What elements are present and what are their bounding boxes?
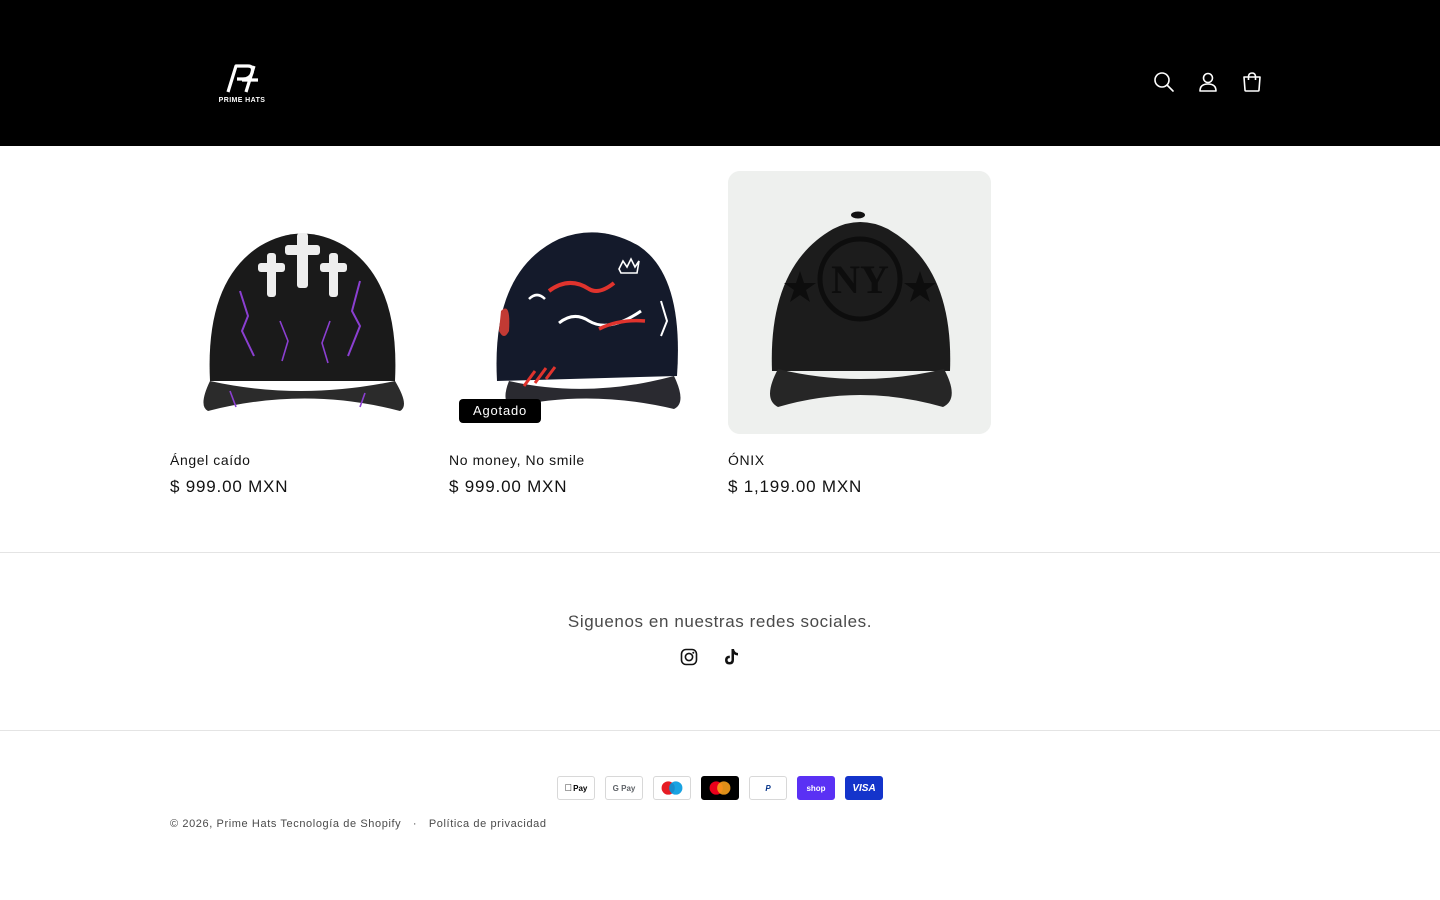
copyright-prefix: © 2026, (170, 818, 213, 830)
instagram-icon (680, 648, 698, 666)
footer-divider (0, 552, 1440, 553)
product-image[interactable]: Agotado (449, 171, 712, 434)
social-heading: Siguenos en nuestras redes sociales. (567, 612, 873, 631)
search-icon (1154, 72, 1174, 92)
google-pay-icon: G Pay (605, 776, 643, 800)
maestro-icon (653, 776, 691, 800)
privacy-policy-link[interactable]: Política de privacidad (429, 818, 547, 830)
svg-text:NY: NY (831, 257, 889, 302)
cap-cross-image (203, 233, 404, 411)
product-image[interactable] (170, 171, 433, 434)
cart-icon (1243, 72, 1261, 92)
apple-pay-icon: Pay (557, 776, 595, 800)
footer-separator: · (412, 818, 418, 830)
store-name-link[interactable]: Prime Hats (217, 818, 277, 830)
account-button[interactable] (1186, 60, 1230, 104)
logo-mark-icon (226, 64, 258, 93)
footer-divider (0, 730, 1440, 731)
product-title[interactable]: Ángel caído (170, 452, 433, 468)
tiktok-link[interactable] (720, 646, 742, 668)
product-image[interactable]: NY (728, 171, 991, 434)
product-grid: Ángel caído $ 999.00 MXN Agotado No mone… (170, 171, 991, 497)
product-card[interactable]: Agotado No money, No smile $ 999.00 MXN (449, 171, 712, 497)
account-icon (1199, 72, 1217, 92)
cart-button[interactable] (1230, 60, 1274, 104)
sold-out-badge: Agotado (459, 399, 542, 423)
copyright-line: © 2026, Prime Hats Tecnología de Shopify… (170, 818, 547, 830)
mastercard-icon (701, 776, 739, 800)
cap-no-money-image (496, 232, 681, 409)
product-price: $ 999.00 MXN (449, 477, 568, 496)
tiktok-icon (725, 649, 738, 665)
shop-pay-icon: shop (797, 776, 835, 800)
site-header: PRIME HATS (0, 0, 1440, 146)
visa-icon: VISA (845, 776, 883, 800)
apple-pay-label: Pay (569, 783, 587, 793)
search-button[interactable] (1142, 60, 1186, 104)
product-price: $ 1,199.00 MXN (728, 477, 863, 496)
product-title[interactable]: ÓNIX (728, 452, 991, 468)
product-price: $ 999.00 MXN (170, 477, 289, 496)
logo-text: PRIME HATS (218, 97, 266, 104)
payment-methods: Pay G Pay P shop VISA (557, 776, 883, 800)
cap-onix-image: NY (728, 171, 991, 434)
product-card[interactable]: NY ÓNIX $ 1,199.00 MXN (728, 171, 991, 497)
paypal-icon: P (749, 776, 787, 800)
header-actions (1142, 60, 1274, 104)
product-title[interactable]: No money, No smile (449, 452, 712, 468)
powered-by-link[interactable]: Tecnología de Shopify (280, 818, 401, 830)
social-links (678, 646, 742, 668)
store-logo[interactable]: PRIME HATS (212, 64, 272, 112)
instagram-link[interactable] (678, 646, 700, 668)
product-card[interactable]: Ángel caído $ 999.00 MXN (170, 171, 433, 497)
